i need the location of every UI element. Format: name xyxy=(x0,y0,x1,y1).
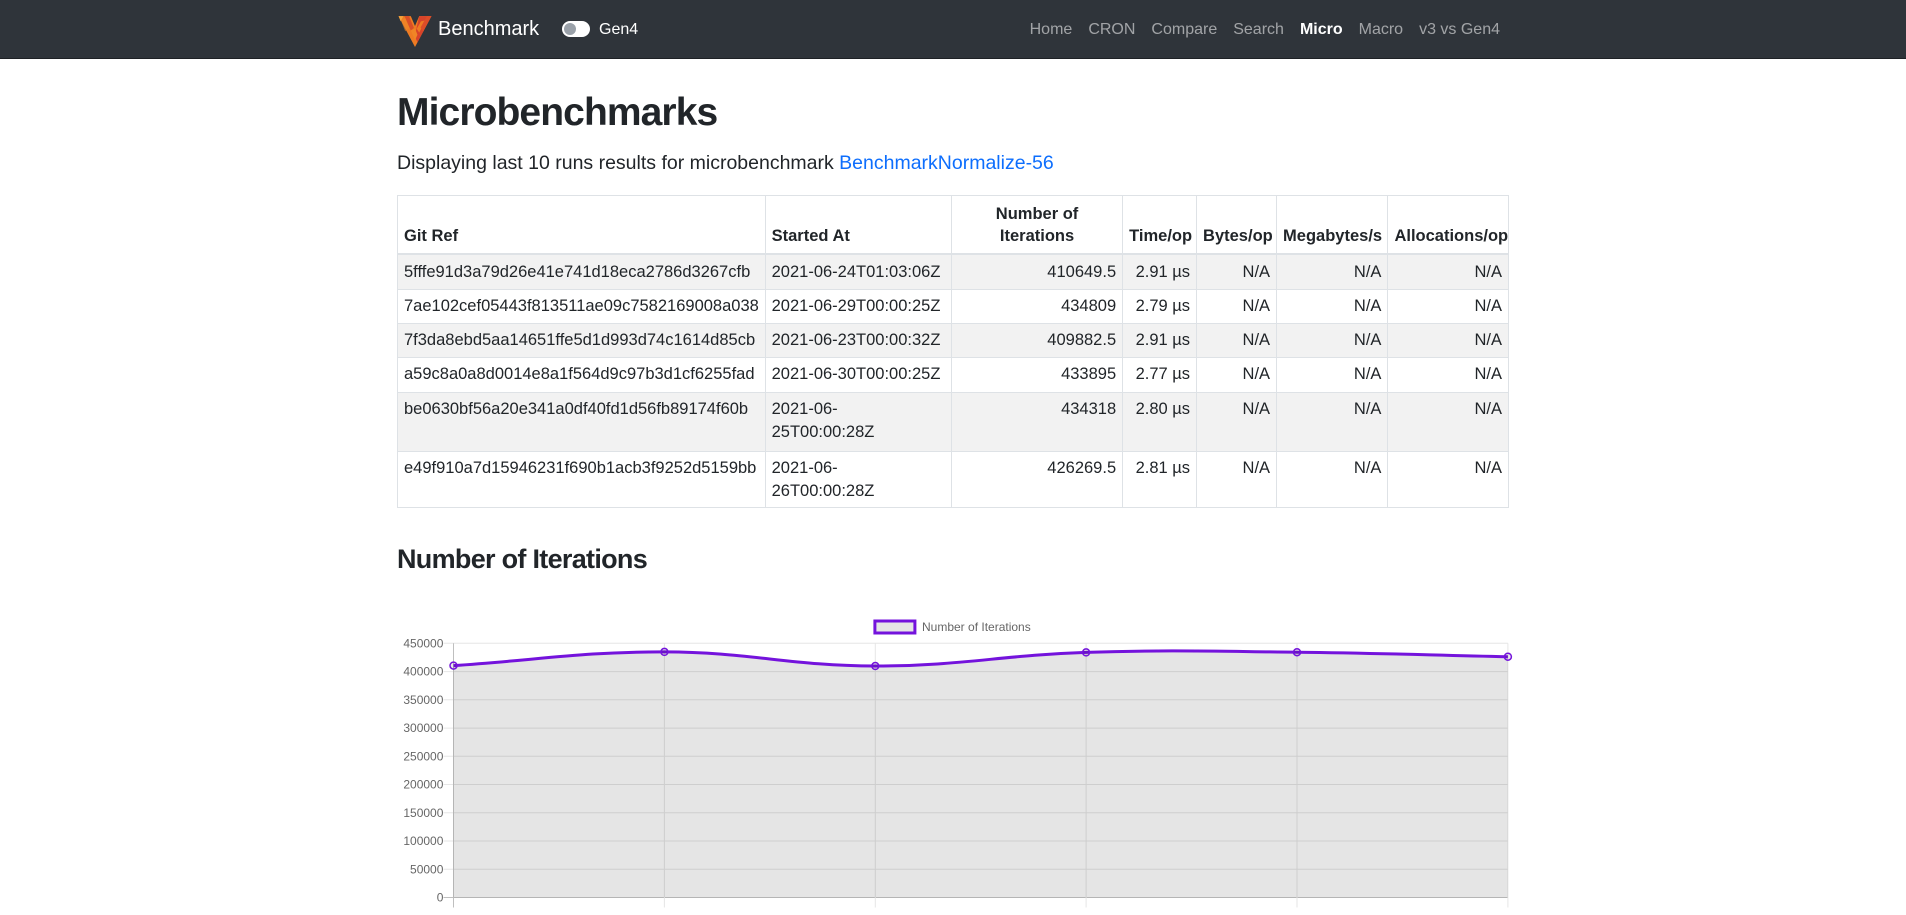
svg-text:100000: 100000 xyxy=(403,834,443,848)
svg-text:0: 0 xyxy=(437,891,444,905)
svg-text:350000: 350000 xyxy=(403,693,443,707)
svg-text:150000: 150000 xyxy=(403,806,443,820)
svg-text:Number of Iterations: Number of Iterations xyxy=(922,620,1031,634)
svg-text:50000: 50000 xyxy=(410,862,444,876)
svg-text:450000: 450000 xyxy=(403,636,443,650)
svg-text:300000: 300000 xyxy=(403,721,443,735)
svg-text:400000: 400000 xyxy=(403,665,443,679)
svg-text:250000: 250000 xyxy=(403,749,443,763)
svg-text:200000: 200000 xyxy=(403,778,443,792)
